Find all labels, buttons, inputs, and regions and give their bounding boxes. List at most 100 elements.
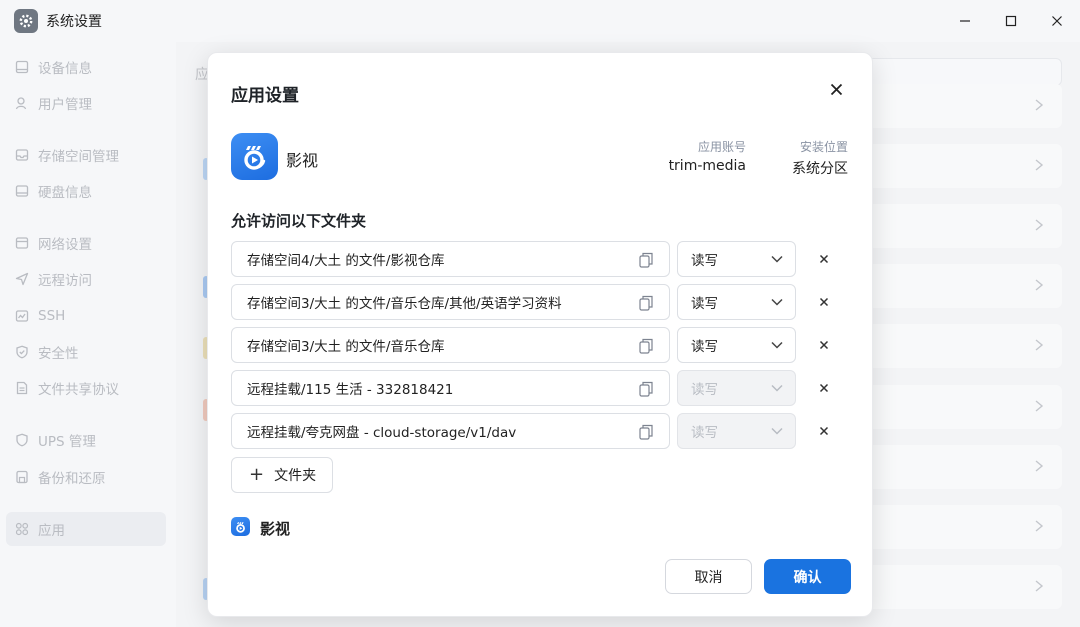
remove-folder-button[interactable]: [814, 249, 834, 269]
app-list-row[interactable]: [870, 264, 1062, 308]
copy-icon[interactable]: [639, 338, 653, 354]
sidebar-item-label: 设备信息: [38, 61, 92, 77]
sidebar-item-network[interactable]: 网络设置: [6, 226, 166, 260]
video-app-icon: [231, 517, 250, 536]
terminal-icon: [15, 309, 29, 323]
title-bar: 系统设置: [0, 0, 1080, 42]
file-share-icon: [15, 381, 29, 395]
ups-icon: [15, 433, 29, 447]
copy-icon[interactable]: [639, 424, 653, 440]
monitor-icon: [15, 60, 29, 74]
remove-folder-button[interactable]: [814, 292, 834, 312]
sidebar-item-ups[interactable]: UPS 管理: [6, 423, 166, 457]
chevron-down-icon: [771, 427, 783, 435]
app-name: 影视: [286, 151, 319, 170]
app-list-row[interactable]: [870, 84, 1062, 128]
confirm-button[interactable]: 确认: [764, 559, 851, 594]
folder-path-field[interactable]: 存储空间4/大土 的文件/影视仓库: [231, 241, 670, 277]
chevron-right-icon: [1035, 159, 1044, 171]
maximize-button[interactable]: [988, 0, 1034, 42]
permission-value: 读写: [691, 339, 718, 355]
network-icon: [15, 236, 29, 250]
cancel-button[interactable]: 取消: [665, 559, 752, 594]
close-icon: [819, 254, 829, 264]
permission-select-disabled: 读写: [677, 370, 796, 406]
app-list-row[interactable]: [870, 565, 1062, 609]
sidebar-item-storage[interactable]: 存储空间管理: [6, 138, 166, 172]
folder-path-field[interactable]: 存储空间3/大土 的文件/音乐仓库/其他/英语学习资料: [231, 284, 670, 320]
search-input[interactable]: [866, 58, 1062, 86]
app-list-row[interactable]: [870, 505, 1062, 549]
close-icon: [1052, 16, 1062, 26]
account-value: trim-media: [668, 158, 746, 174]
permission-select[interactable]: 读写: [677, 241, 796, 277]
sidebar-item-label: 安全性: [38, 346, 79, 362]
folder-path: 存储空间3/大土 的文件/音乐仓库/其他/英语学习资料: [247, 296, 562, 312]
chevron-right-icon: [1035, 400, 1044, 412]
chevron-down-icon: [771, 255, 783, 263]
gear-icon: [14, 9, 38, 33]
permission-value: 读写: [691, 382, 718, 398]
maximize-icon: [1005, 15, 1017, 27]
install-location-value: 系统分区: [792, 161, 848, 177]
disk-icon: [15, 184, 29, 198]
permission-value: 读写: [691, 253, 718, 269]
permission-select[interactable]: 读写: [677, 327, 796, 363]
sidebar-item-label: SSH: [38, 308, 66, 324]
chevron-down-icon: [771, 298, 783, 306]
copy-icon[interactable]: [639, 381, 653, 397]
app-list-row[interactable]: [870, 204, 1062, 248]
chevron-right-icon: [1035, 520, 1044, 532]
sidebar-item-backup[interactable]: 备份和还原: [6, 460, 166, 494]
chevron-down-icon: [771, 384, 783, 392]
sidebar-item-ssh[interactable]: SSH: [6, 299, 166, 333]
folder-path-field[interactable]: 存储空间3/大土 的文件/音乐仓库: [231, 327, 670, 363]
folder-path-field[interactable]: 远程挂载/115 生活 - 332818421: [231, 370, 670, 406]
sidebar-item-user-management[interactable]: 用户管理: [6, 86, 166, 120]
folder-access-heading: 允许访问以下文件夹: [231, 212, 367, 230]
copy-icon[interactable]: [639, 295, 653, 311]
permission-select[interactable]: 读写: [677, 284, 796, 320]
send-icon: [15, 272, 29, 286]
sidebar-item-label: 应用: [38, 523, 65, 539]
window-title: 系统设置: [46, 14, 102, 30]
backup-icon: [15, 470, 29, 484]
app-list-row[interactable]: [870, 144, 1062, 188]
remove-folder-button[interactable]: [814, 378, 834, 398]
permission-value: 读写: [691, 296, 718, 312]
folder-path-field[interactable]: 远程挂载/夸克网盘 - cloud-storage/v1/dav: [231, 413, 670, 449]
chevron-right-icon: [1035, 99, 1044, 111]
folder-path: 存储空间4/大土 的文件/影视仓库: [247, 253, 445, 269]
dialog-close-button[interactable]: [826, 79, 846, 99]
chevron-right-icon: [1035, 279, 1044, 291]
sidebar-item-label: 远程访问: [38, 273, 92, 289]
window-close-button[interactable]: [1034, 0, 1080, 42]
remove-folder-button[interactable]: [814, 421, 834, 441]
copy-icon[interactable]: [639, 252, 653, 268]
account-label: 应用账号: [697, 140, 746, 154]
remove-folder-button[interactable]: [814, 335, 834, 355]
dialog-title: 应用设置: [231, 86, 299, 106]
user-icon: [15, 96, 29, 110]
add-folder-button[interactable]: + 文件夹: [231, 457, 333, 493]
minimize-icon: [960, 20, 970, 22]
app-name-footer: 影视: [260, 520, 291, 538]
sidebar-item-device-info[interactable]: 设备信息: [6, 50, 166, 84]
app-list-row[interactable]: [870, 385, 1062, 429]
sidebar-item-security[interactable]: 安全性: [6, 335, 166, 369]
sidebar-item-remote-access[interactable]: 远程访问: [6, 262, 166, 296]
folder-path: 远程挂载/115 生活 - 332818421: [247, 382, 454, 398]
sidebar: 设备信息 用户管理 存储空间管理 硬盘信息 网络设置 远程访问 SSH 安全性 …: [0, 42, 176, 627]
app-list-row[interactable]: [870, 324, 1062, 368]
minimize-button[interactable]: [942, 0, 988, 42]
plus-icon: +: [249, 464, 265, 485]
app-list-row[interactable]: [870, 445, 1062, 489]
sidebar-item-disk-info[interactable]: 硬盘信息: [6, 174, 166, 208]
sidebar-item-label: UPS 管理: [38, 434, 96, 450]
sidebar-item-file-share[interactable]: 文件共享协议: [6, 371, 166, 405]
chevron-down-icon: [771, 341, 783, 349]
sidebar-item-label: 网络设置: [38, 237, 92, 253]
storage-icon: [15, 148, 29, 162]
sidebar-item-apps[interactable]: 应用: [6, 512, 166, 546]
sidebar-item-label: 备份和还原: [38, 471, 106, 487]
